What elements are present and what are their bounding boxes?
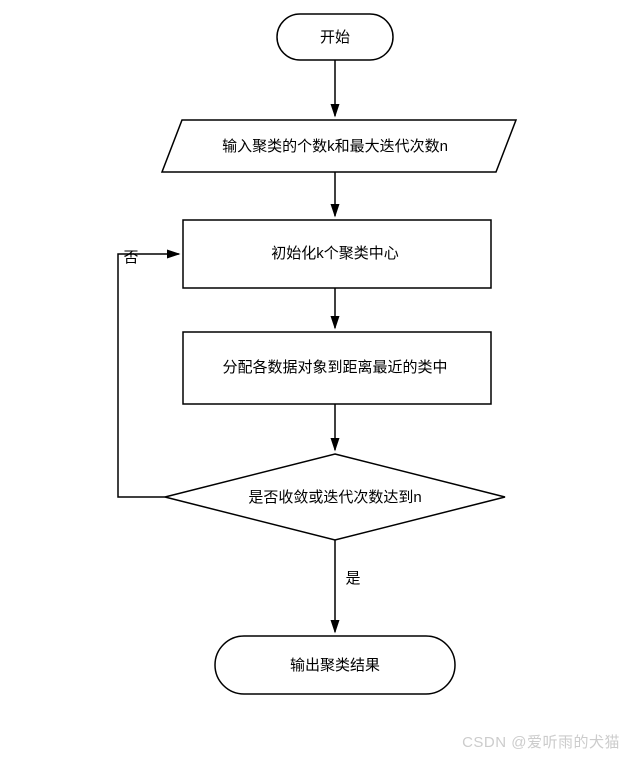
yes-label: 是 <box>345 570 360 587</box>
watermark-text: CSDN @爱听雨的犬猫 <box>462 731 620 752</box>
start-label: 开始 <box>320 29 350 46</box>
output-label: 输出聚类结果 <box>290 657 380 674</box>
flowchart-canvas: 开始 输入聚类的个数k和最大迭代次数n 初始化k个聚类中心 分配各数据对象到距离… <box>0 0 632 764</box>
edge-decision-no <box>118 254 179 497</box>
init-label: 初始化k个聚类中心 <box>271 245 399 262</box>
no-label: 否 <box>123 249 138 266</box>
input-label: 输入聚类的个数k和最大迭代次数n <box>222 138 448 155</box>
decision-label: 是否收敛或迭代次数达到n <box>248 489 421 506</box>
assign-label: 分配各数据对象到距离最近的类中 <box>222 359 447 376</box>
